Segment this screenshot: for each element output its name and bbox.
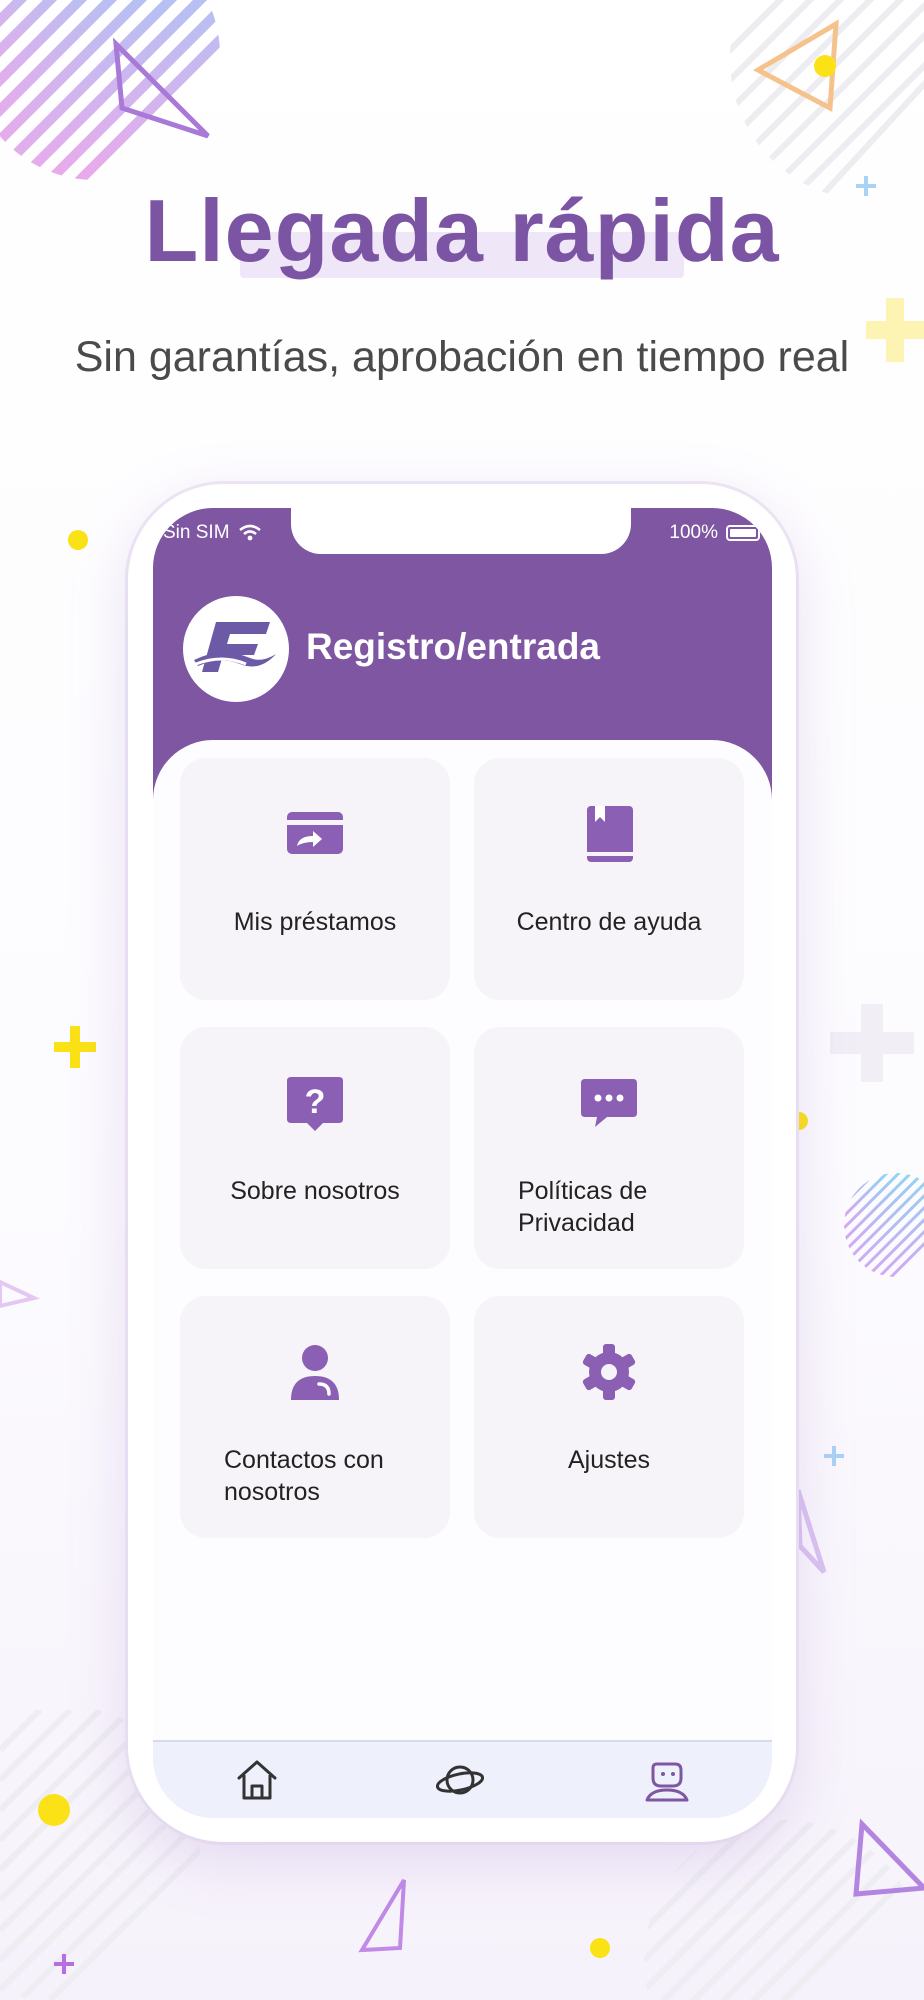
planet-icon[interactable] [436, 1756, 484, 1804]
book-icon [587, 806, 633, 862]
status-bar-left: Sin SIM [163, 522, 262, 544]
app-logo [183, 596, 289, 702]
decor-triangle-top-left [112, 38, 210, 139]
decor-plus-yellow-left [54, 1026, 96, 1068]
page-headline: Llegada rápida [144, 181, 780, 280]
svg-text:?: ? [305, 1083, 326, 1121]
menu-panel: Mis préstamos Centro de ayuda ? Sobre no… [153, 740, 772, 1818]
login-register-title[interactable]: Registro/entrada [306, 626, 600, 668]
card-transfer-icon [287, 812, 343, 854]
tile-contact-us[interactable]: Contactos con nosotros [180, 1296, 450, 1538]
decor-orange-triangle [752, 19, 839, 112]
tile-my-loans[interactable]: Mis préstamos [180, 758, 450, 1000]
tile-label: Políticas de Privacidad [474, 1175, 744, 1239]
chat-bubble-icon [581, 1079, 637, 1127]
page-subtitle: Sin garantías, aprobación en tiempo real [74, 333, 850, 381]
decor-triangle-bottom-center [358, 1878, 406, 1953]
tile-label: Mis préstamos [233, 908, 397, 936]
tile-label-line2: Privacidad [518, 1209, 635, 1237]
tile-label-line1: Políticas de [518, 1177, 648, 1205]
decor-triangle-left-edge [0, 1279, 40, 1309]
wifi-icon [238, 524, 261, 541]
brand-f-logo-icon [194, 622, 276, 672]
decor-plus-purple-bottom [54, 1954, 74, 1974]
phone-screen: Sin SIM 100% Registro/entrada Mis présta… [153, 508, 772, 1818]
profile-icon[interactable] [643, 1756, 691, 1804]
tile-about-us[interactable]: ? Sobre nosotros [180, 1027, 450, 1269]
phone-notch [291, 508, 631, 554]
home-icon[interactable] [233, 1756, 281, 1804]
decor-dot-yellow-bottom [590, 1938, 610, 1958]
decor-triangle-right-mid [795, 1489, 827, 1574]
decor-striped-circle-right [844, 1173, 924, 1277]
battery-percent: 100% [669, 522, 718, 543]
decor-plus-blue-right [824, 1446, 844, 1466]
tile-label-line2: nosotros [224, 1478, 320, 1506]
decor-dot-yellow-bottom-left [38, 1794, 70, 1826]
tile-help-center[interactable]: Centro de ayuda [474, 758, 744, 1000]
decor-triangle-bottom-right [853, 1818, 924, 1897]
tile-label-line1: Contactos con [224, 1446, 384, 1474]
bottom-tab-bar [153, 1740, 772, 1818]
person-icon [291, 1345, 339, 1400]
tile-privacy-policy[interactable]: Políticas de Privacidad [474, 1027, 744, 1269]
tile-label: Centro de ayuda [516, 908, 702, 936]
tile-label: Ajustes [568, 1446, 650, 1474]
tile-label: Sobre nosotros [230, 1177, 400, 1205]
decor-plus-lavender-right [830, 1004, 914, 1082]
status-bar-right: 100% [669, 522, 760, 544]
carrier-label: Sin SIM [163, 522, 230, 543]
battery-icon [726, 525, 760, 541]
gear-icon [582, 1344, 636, 1400]
tile-label: Contactos con nosotros [180, 1444, 450, 1508]
tile-settings[interactable]: Ajustes [474, 1296, 744, 1538]
question-bubble-icon: ? [287, 1077, 343, 1131]
decor-dot-yellow-left [68, 530, 88, 550]
